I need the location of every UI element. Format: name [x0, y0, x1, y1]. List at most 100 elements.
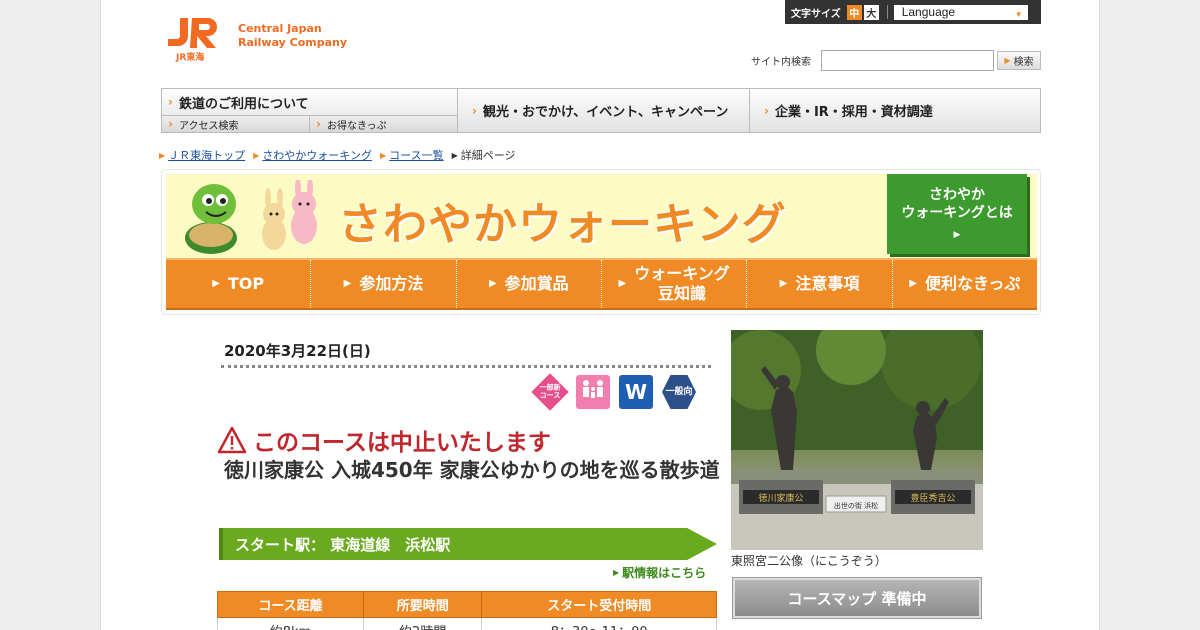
station-info-link[interactable]: ▶ 駅情報はこちら	[613, 564, 706, 581]
search-button[interactable]: ▶ 検索	[997, 51, 1041, 70]
about-walking-button[interactable]: さわやか ウォーキングとは ▶	[887, 174, 1027, 254]
gnav-railway-label: 鉄道のご利用について	[178, 96, 309, 112]
photo-caption: 東照宮二公像（にこうぞう）	[731, 554, 887, 568]
gnav-railway-use[interactable]: › 鉄道のご利用について	[162, 89, 457, 116]
breadcrumb-item: ▶ さわやかウォーキング	[253, 147, 372, 163]
chevron-right-icon: ›	[316, 117, 321, 131]
breadcrumb-link-walking[interactable]: さわやかウォーキング	[262, 147, 372, 163]
table-header: 所要時間	[362, 591, 483, 618]
arrow-right-icon: ▶	[953, 230, 961, 240]
svg-text:豊臣秀吉公: 豊臣秀吉公	[910, 492, 955, 504]
walking-banner: さわやかウォーキング さわやか ウォーキングとは ▶ ▶ TOP ▶ 参加方法 ▶ 参…	[161, 169, 1041, 315]
chevron-right-icon: ›	[168, 95, 173, 109]
chevron-right-icon: ›	[764, 103, 769, 118]
statue-photo: 徳川家康公 豊臣秀吉公 出世の街 浜松	[731, 330, 983, 550]
logo-sub-text: JR東海	[176, 53, 205, 63]
banner-title: さわやかウォーキング	[338, 199, 787, 250]
font-size-medium-button[interactable]: 中	[846, 4, 862, 20]
walking-nav-label: TOP	[227, 274, 265, 293]
chevron-down-icon: ▼	[1014, 9, 1023, 19]
breadcrumb-link-courses[interactable]: コース一覧	[389, 147, 443, 163]
partial-new-course-badge: 一部新コース	[531, 373, 569, 411]
svg-text:徳川家康公: 徳川家康公	[758, 492, 803, 504]
cancellation-notice: このコースは中止いたします	[217, 423, 551, 457]
arrow-right-icon: ▶	[618, 278, 627, 289]
station-info-label: 駅情報はこちら	[622, 566, 707, 580]
gnav-discount-tickets[interactable]: › お得なきっぷ	[309, 116, 457, 132]
arrow-right-icon: ▶	[909, 278, 917, 289]
site-search: サイト内検索 ▶ 検索	[751, 50, 1041, 71]
cancellation-text: このコースは中止いたします	[253, 430, 551, 456]
walking-nav-prizes[interactable]: ▶ 参加賞品	[457, 260, 602, 308]
arrow-right-icon: ▶	[379, 150, 387, 160]
language-label: Language	[901, 4, 956, 19]
chevron-right-icon: ›	[168, 117, 173, 131]
table-cell: 約8km	[217, 617, 364, 630]
about-line-1: さわやか	[929, 187, 985, 203]
walking-nav-tickets[interactable]: ▶ 便利なきっぷ	[893, 260, 1037, 308]
trivia-line-2: 豆知識	[657, 284, 706, 303]
breadcrumb-item: ▶ 詳細ページ	[452, 147, 516, 163]
jr-logo-mark: JR東海	[166, 16, 228, 63]
arrow-right-icon: ▶	[159, 150, 166, 160]
arrow-right-icon: ▶	[212, 278, 220, 289]
walking-nav-label: 参加方法	[359, 274, 424, 293]
arrow-right-icon: ▶	[779, 278, 788, 289]
course-info-table: コース距離 所要時間 スタート受付時間 約8km 約2時間 8：30～11：00	[217, 591, 717, 630]
gnav-railway-group: › 鉄道のご利用について › アクセス検索 › お得なきっぷ	[162, 89, 458, 132]
walking-nav: ▶ TOP ▶ 参加方法 ▶ 参加賞品 ▶ ウォーキング 豆知識 ▶ 注意事項 ▶ 便利なきっ…	[166, 258, 1037, 310]
event-date: 2020年3月22日(日)	[224, 342, 371, 360]
breadcrumb-current: 詳細ページ	[460, 149, 516, 162]
gnav-discount-label: お得なきっぷ	[326, 120, 387, 132]
start-station-bar: スタート駅： 東海道線 浜松駅	[219, 528, 717, 560]
chevron-right-icon: ›	[472, 103, 477, 118]
breadcrumb: ▶ ＪＲ東海トップ ▶ さわやかウォーキング ▶ コース一覧 ▶ 詳細ページ	[159, 147, 524, 163]
badge-text: W	[624, 380, 648, 404]
badge-text: 一般向	[665, 387, 693, 397]
gnav-access-search[interactable]: › アクセス検索	[162, 116, 309, 132]
breadcrumb-item: ▶ ＪＲ東海トップ	[159, 147, 245, 163]
global-nav: › 鉄道のご利用について › アクセス検索 › お得なきっぷ › 観光・おでかけ…	[161, 88, 1041, 133]
logo-line-2: Railway Company	[238, 36, 348, 49]
walking-nav-label: ウォーキング 豆知識	[634, 264, 730, 304]
breadcrumb-item: ▶ コース一覧	[380, 147, 444, 163]
family-badge	[576, 375, 610, 409]
arrow-right-icon: ▶	[1004, 56, 1011, 65]
walking-nav-label: 便利なきっぷ	[924, 274, 1021, 293]
gnav-access-label: アクセス検索	[178, 120, 239, 132]
gnav-corporate[interactable]: › 企業・IR・採用・資材調達	[750, 89, 1040, 132]
statue-photo-image: 徳川家康公 豊臣秀吉公 出世の街 浜松	[731, 330, 983, 550]
general-badge: 一般向	[662, 375, 696, 409]
breadcrumb-link-top[interactable]: ＪＲ東海トップ	[168, 147, 245, 163]
trivia-line-1: ウォーキング	[634, 264, 730, 283]
walking-nav-top[interactable]: ▶ TOP	[166, 260, 312, 308]
gnav-tourism[interactable]: › 観光・おでかけ、イベント、キャンペーン	[458, 89, 750, 132]
gnav-tourism-label: 観光・おでかけ、イベント、キャンペーン	[482, 105, 729, 120]
walking-nav-trivia[interactable]: ▶ ウォーキング 豆知識	[602, 260, 748, 308]
course-badges: 一部新コース W 一般向	[531, 373, 696, 411]
course-title: 徳川家康公 入城450年 家康公ゆかりの地を巡る散歩道	[224, 458, 720, 482]
jr-central-logo[interactable]: JR東海 Central Japan Railway Company	[166, 16, 348, 63]
badge-text: 一部新コース	[539, 384, 561, 400]
course-map-button[interactable]: コースマップ 準備中	[732, 577, 982, 619]
arrow-right-icon: ▶	[451, 150, 458, 160]
gnav-subitems: › アクセス検索 › お得なきっぷ	[162, 116, 457, 132]
page: JR東海 Central Japan Railway Company 文字サイズ…	[100, 0, 1100, 630]
font-size-large-button[interactable]: 大	[863, 4, 879, 20]
walking-nav-notes[interactable]: ▶ 注意事項	[747, 260, 893, 308]
walking-nav-how-to-join[interactable]: ▶ 参加方法	[311, 260, 457, 308]
search-input[interactable]	[821, 50, 994, 71]
mascot-illustration	[185, 180, 317, 254]
table-cell: 約2時間	[362, 617, 483, 630]
arrow-right-icon: ▶	[488, 278, 497, 289]
utility-bar: 文字サイズ 中 大 Language ▼	[785, 0, 1041, 24]
table-cell: 8：30～11：00	[481, 617, 717, 630]
search-button-label: 検索	[1013, 57, 1034, 68]
table-header-row: コース距離 所要時間 スタート受付時間	[217, 591, 717, 618]
language-select[interactable]: Language ▼	[893, 4, 1028, 20]
svg-text:出世の街 浜松: 出世の街 浜松	[834, 501, 878, 510]
banner-header: さわやかウォーキング さわやか ウォーキングとは ▶	[166, 174, 1037, 258]
divider	[886, 5, 888, 19]
family-icon	[583, 380, 603, 398]
stamp-badge: W	[619, 375, 653, 409]
